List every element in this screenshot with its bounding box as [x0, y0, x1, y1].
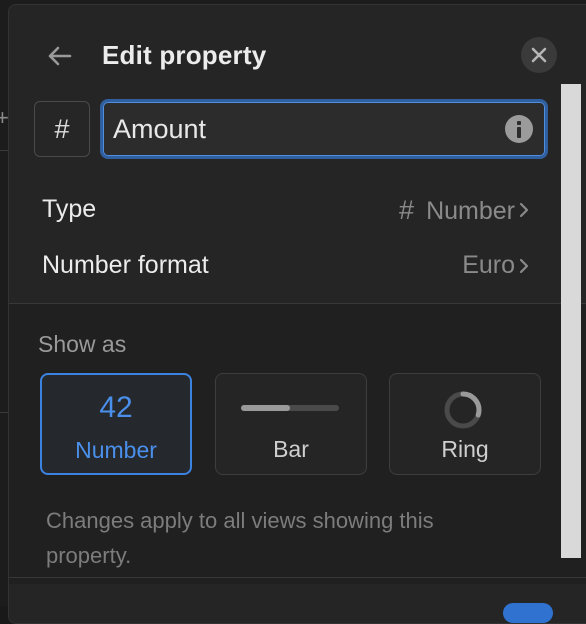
close-icon — [531, 47, 547, 63]
bar-preview-fill — [241, 405, 290, 411]
number-format-label: Number format — [42, 251, 209, 279]
number-type-icon: # — [399, 195, 415, 225]
background-divider — [0, 150, 8, 151]
show-as-heading: Show as — [38, 331, 127, 357]
property-icon-button[interactable]: # — [34, 101, 90, 157]
chevron-right-icon — [519, 202, 529, 218]
number-preview: 42 — [99, 391, 133, 424]
panel-header: Edit property — [9, 5, 586, 95]
footer-divider — [9, 577, 586, 578]
chevron-right-icon — [519, 258, 529, 274]
show-as-ring-option[interactable]: Ring — [389, 373, 541, 475]
show-as-bar-option[interactable]: Bar — [215, 373, 367, 475]
number-format-row[interactable]: Number format Euro — [9, 237, 586, 293]
number-option-label: Number — [75, 437, 157, 463]
property-name-field — [100, 99, 548, 159]
property-name-input[interactable] — [113, 102, 493, 156]
bar-option-label: Bar — [273, 436, 309, 462]
type-value: # Number — [399, 195, 515, 226]
edit-property-panel: Edit property # Type # Number Number form… — [8, 4, 586, 624]
number-format-value: Euro — [462, 251, 515, 279]
close-button[interactable] — [521, 37, 557, 73]
show-as-number-option[interactable]: 42 Number — [40, 373, 192, 475]
arrow-left-icon[interactable] — [43, 39, 77, 73]
scrollbar-thumb[interactable] — [561, 84, 581, 558]
info-icon[interactable] — [505, 115, 533, 143]
background-divider — [0, 412, 8, 413]
show-as-help-text: Changes apply to all views showing this … — [46, 508, 434, 568]
type-label: Type — [42, 195, 97, 223]
type-row[interactable]: Type # Number — [9, 181, 586, 237]
type-value-text: Number — [426, 197, 515, 225]
ring-option-label: Ring — [441, 436, 489, 462]
bar-preview — [241, 405, 339, 411]
primary-button[interactable] — [503, 603, 553, 623]
ring-preview — [444, 391, 482, 429]
page-title: Edit property — [102, 40, 267, 70]
